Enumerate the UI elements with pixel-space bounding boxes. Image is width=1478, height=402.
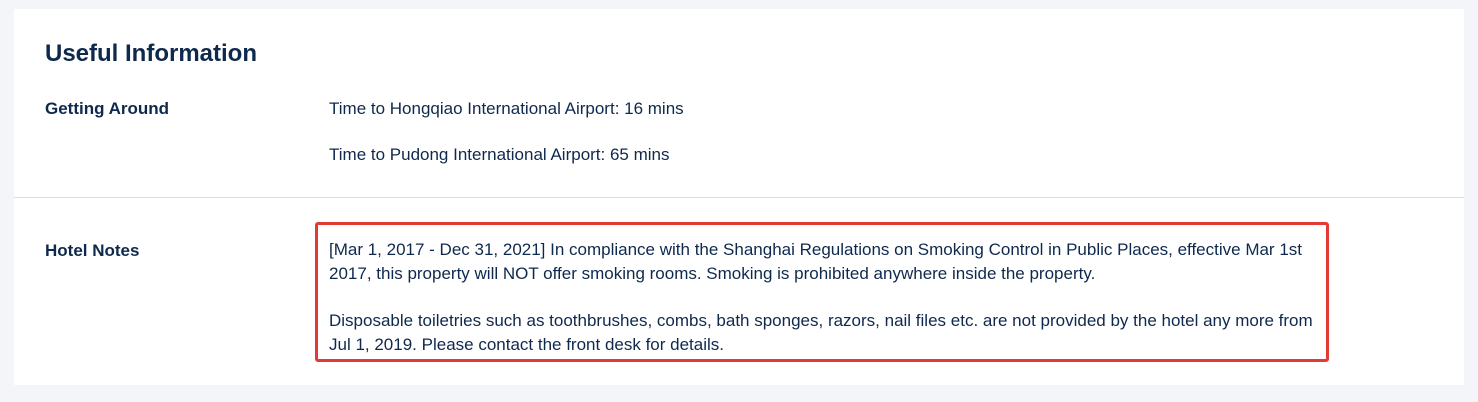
toiletries-note: Disposable toiletries such as toothbrush… bbox=[329, 311, 1313, 354]
getting-around-label: Getting Around bbox=[45, 99, 170, 118]
smoking-policy-note: [Mar 1, 2017 - Dec 31, 2021] In complian… bbox=[329, 240, 1302, 283]
useful-information-card: Useful Information Getting Around Time t… bbox=[14, 9, 1464, 385]
pudong-airport-time: Time to Pudong International Airport: 65… bbox=[329, 145, 670, 164]
hotel-notes-label: Hotel Notes bbox=[45, 241, 140, 260]
section-title: Useful Information bbox=[45, 40, 258, 67]
section-divider bbox=[14, 197, 1464, 198]
hongqiao-airport-time: Time to Hongqiao International Airport: … bbox=[329, 99, 684, 118]
